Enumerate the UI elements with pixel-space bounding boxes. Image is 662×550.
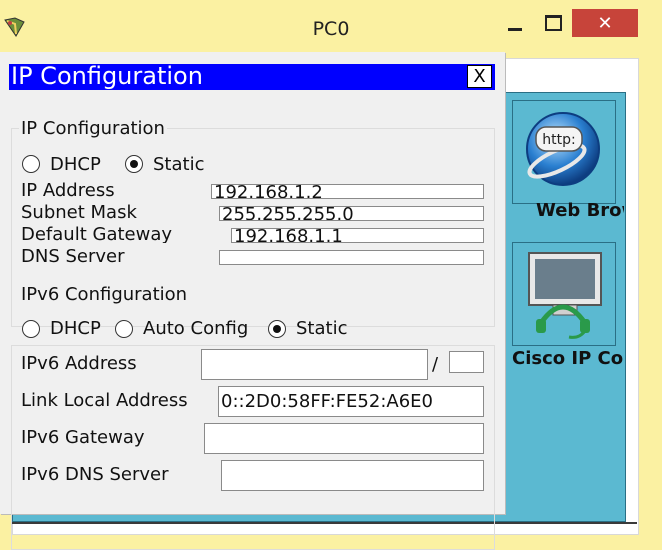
web-browser-tile[interactable]: http: <box>512 100 616 204</box>
ipv6-dns-server-field[interactable] <box>221 460 484 491</box>
dialog-title: IP Configuration <box>11 62 203 90</box>
ipv6-address-field[interactable] <box>201 349 428 380</box>
monitor-headset-icon <box>528 252 602 339</box>
ipv4-dhcp-label: DHCP <box>50 154 101 175</box>
ipv4-group-title: IP Configuration <box>19 118 167 139</box>
ipv6-prefix-field[interactable] <box>449 351 484 373</box>
dns-server-field[interactable] <box>219 250 484 265</box>
close-window-button[interactable]: ✕ <box>572 9 638 37</box>
maximize-icon <box>544 15 562 31</box>
minimize-button[interactable] <box>497 9 533 37</box>
ipv6-auto-config-label: Auto Config <box>143 318 249 339</box>
ipv4-dhcp-radio[interactable] <box>22 155 40 173</box>
ipv6-static-label: Static <box>296 318 348 339</box>
ip-configuration-dialog: IP Configuration X IP Configuration DHCP… <box>0 52 505 550</box>
subnet-mask-field[interactable]: 255.255.255.0 <box>219 206 484 221</box>
link-local-address-field[interactable]: 0::2D0:58FF:FE52:A6E0 <box>218 386 484 417</box>
maximize-button[interactable] <box>535 9 571 37</box>
minimize-icon <box>508 27 522 31</box>
web-browser-label-clip: Web Browser <box>512 201 624 237</box>
default-gateway-label: Default Gateway <box>21 225 173 243</box>
link-local-address-label: Link Local Address <box>21 390 188 411</box>
ipv6-dhcp-label: DHCP <box>50 318 101 339</box>
ipv6-address-label: IPv6 Address <box>21 353 137 374</box>
ipv6-group-title: IPv6 Configuration <box>19 284 190 305</box>
ipv6-static-radio[interactable] <box>268 320 286 338</box>
dns-server-label: DNS Server <box>21 246 125 267</box>
ipv6-dns-server-label: IPv6 DNS Server <box>21 464 169 485</box>
web-browser-label-text: Web Browser <box>536 201 624 221</box>
ipv6-prefix-separator: / <box>432 354 439 375</box>
web-browser-icon: http: <box>526 112 600 186</box>
cisco-label-clip: Cisco IP Communicator <box>506 348 624 394</box>
subnet-mask-label: Subnet Mask <box>21 202 137 223</box>
ip-address-label: IP Address <box>21 180 115 201</box>
ip-address-field[interactable]: 192.168.1.2 <box>211 184 484 199</box>
ipv4-static-label: Static <box>153 154 205 175</box>
dialog-close-button[interactable]: X <box>467 65 492 88</box>
default-gateway-field[interactable]: 192.168.1.1 <box>231 228 484 243</box>
cisco-ip-communicator-tile[interactable] <box>512 242 616 346</box>
window-titlebar[interactable]: PC0 ✕ <box>0 0 662 58</box>
ipv6-auto-config-radio[interactable] <box>115 320 133 338</box>
ipv4-static-radio[interactable] <box>125 155 143 173</box>
ipv6-gateway-label: IPv6 Gateway <box>21 427 145 448</box>
ipv6-dhcp-radio[interactable] <box>22 320 40 338</box>
web-browser-label[interactable]: Web Browser <box>536 201 624 221</box>
dialog-titlebar[interactable]: IP Configuration <box>9 62 495 90</box>
ipv6-gateway-field[interactable] <box>204 423 484 454</box>
svg-text:http:: http: <box>542 132 575 148</box>
cisco-ip-communicator-label[interactable]: Cisco IP Communicator <box>512 348 624 370</box>
